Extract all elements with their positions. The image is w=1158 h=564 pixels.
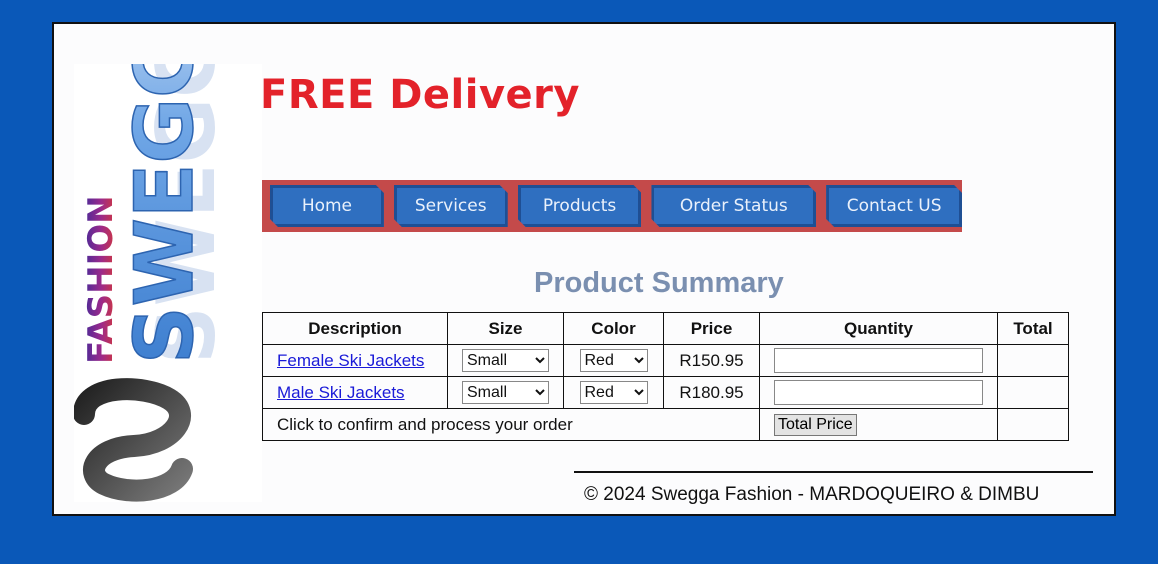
size-cell: Small	[447, 344, 564, 377]
description-cell: Male Ski Jackets	[262, 376, 448, 409]
footer-divider	[574, 471, 1093, 473]
table-header-row: Description Size Color Price Quantity To…	[262, 312, 1069, 345]
product-summary-table: Description Size Color Price Quantity To…	[262, 312, 1069, 441]
header-color: Color	[563, 312, 664, 345]
total-price-button[interactable]: Total Price	[774, 413, 857, 436]
size-cell: Small	[447, 376, 564, 409]
svg-text:FASHION: FASHION	[81, 195, 121, 364]
header-price: Price	[663, 312, 760, 345]
total-button-cell: Total Price	[759, 408, 998, 441]
price-cell: R180.95	[663, 376, 760, 409]
total-cell	[997, 344, 1069, 377]
quantity-cell	[759, 344, 998, 377]
svg-text:SWEGGA: SWEGGA	[118, 64, 211, 364]
color-cell: Red	[563, 344, 664, 377]
total-cell	[997, 376, 1069, 409]
nav-contact-us[interactable]: Contact US	[826, 185, 962, 227]
header-description: Description	[262, 312, 448, 345]
header-quantity: Quantity	[759, 312, 998, 345]
brand-logo: SWEGGA SWEGGA FASHION	[74, 64, 262, 502]
nav-order-status[interactable]: Order Status	[651, 185, 816, 227]
size-select[interactable]: Small	[462, 349, 549, 372]
color-cell: Red	[563, 376, 664, 409]
product-summary-title: Product Summary	[534, 267, 784, 299]
footer-copyright: © 2024 Swegga Fashion - MARDOQUEIRO & DI…	[584, 484, 1040, 505]
free-delivery-banner: FREE Delivery	[260, 72, 580, 118]
quantity-input[interactable]	[774, 348, 983, 373]
grand-total-cell	[997, 408, 1069, 441]
main-nav: Home Services Products Order Status Cont…	[262, 180, 962, 232]
header-total: Total	[997, 312, 1069, 345]
quantity-input[interactable]	[774, 380, 983, 405]
description-cell: Female Ski Jackets	[262, 344, 448, 377]
quantity-cell	[759, 376, 998, 409]
nav-services[interactable]: Services	[394, 185, 508, 227]
table-row: Female Ski Jackets Small Red R150.95	[262, 344, 1069, 377]
swegga-logo-graphic: SWEGGA SWEGGA FASHION	[74, 64, 233, 502]
page-frame: SWEGGA SWEGGA FASHION FREE Delivery Home…	[52, 22, 1116, 516]
size-select[interactable]: Small	[462, 381, 549, 404]
header-size: Size	[447, 312, 564, 345]
product-link-female-ski-jackets[interactable]: Female Ski Jackets	[277, 351, 424, 370]
price-cell: R150.95	[663, 344, 760, 377]
table-row: Male Ski Jackets Small Red R180.95	[262, 376, 1069, 409]
color-select[interactable]: Red	[579, 381, 648, 404]
nav-products[interactable]: Products	[518, 185, 642, 227]
confirm-text: Click to confirm and process your order	[262, 408, 760, 441]
product-link-male-ski-jackets[interactable]: Male Ski Jackets	[277, 383, 405, 402]
nav-home[interactable]: Home	[270, 185, 384, 227]
color-select[interactable]: Red	[579, 349, 648, 372]
table-row-confirm: Click to confirm and process your order …	[262, 408, 1069, 441]
